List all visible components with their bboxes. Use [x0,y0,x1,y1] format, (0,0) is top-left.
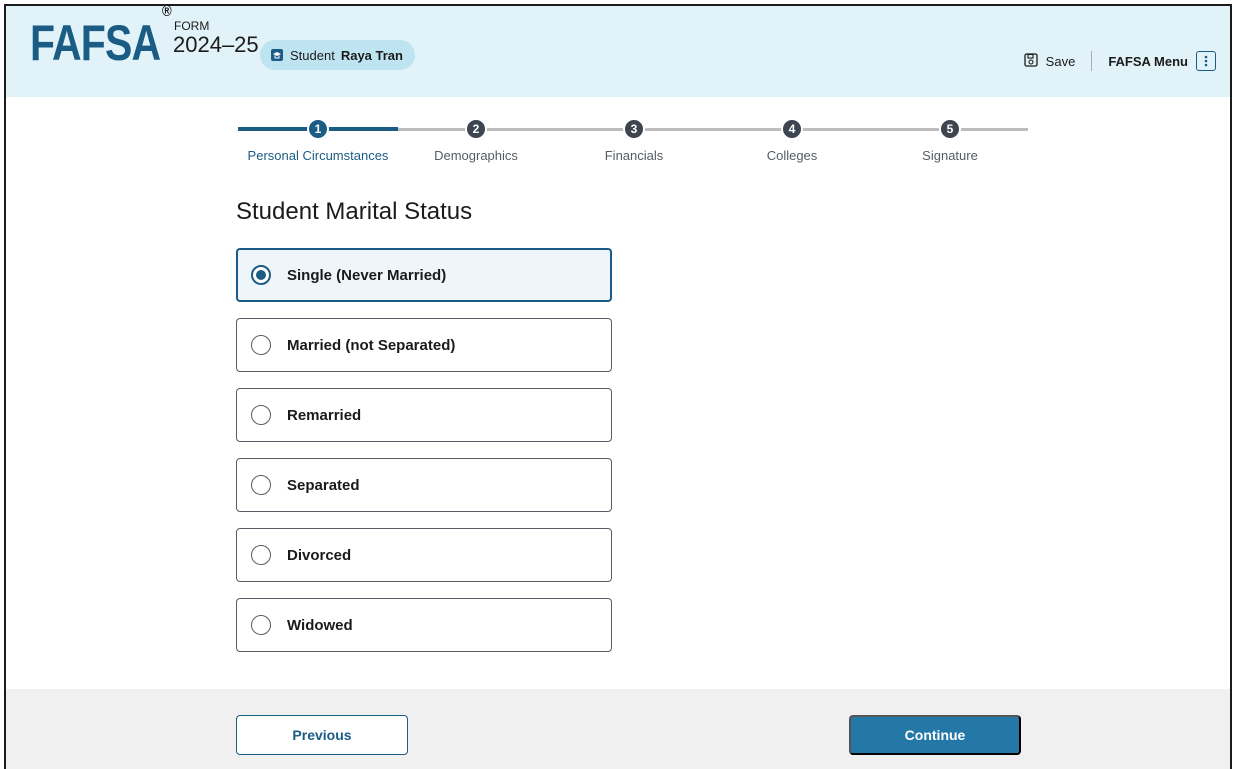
registered-mark: ® [161,4,172,21]
step-financials[interactable]: 3 Financials [554,116,714,163]
header-divider [1091,51,1093,71]
step-demographics[interactable]: 2 Demographics [396,116,556,163]
previous-button[interactable]: Previous [236,715,408,755]
student-prefix: Student [290,47,335,63]
radio-button[interactable] [251,475,271,495]
save-button[interactable]: Save [1024,52,1076,70]
option-label: Separated [287,476,360,494]
option-remarried[interactable]: Remarried [236,388,612,442]
continue-button[interactable]: Continue [849,715,1021,755]
menu-label: FAFSA Menu [1108,53,1188,69]
app-frame: FAFSA® FORM 2024–25 Student Raya Tran Sa… [4,4,1232,769]
page-footer: Previous Continue [6,689,1230,769]
option-label: Married (not Separated) [287,336,456,354]
step-personal-circumstances[interactable]: 1 Personal Circumstances [238,116,398,163]
site-header: FAFSA® FORM 2024–25 Student Raya Tran Sa… [6,6,1230,97]
fafsa-menu-button[interactable]: FAFSA Menu [1108,51,1216,71]
step-number: 3 [623,118,645,140]
graduation-cap-icon [270,48,284,62]
option-label: Single (Never Married) [287,266,447,284]
step-number: 4 [781,118,803,140]
radio-button[interactable] [251,335,271,355]
logo-text: FAFSA [30,15,161,71]
vertical-dots-icon [1196,51,1216,71]
step-colleges[interactable]: 4 Colleges [712,116,872,163]
option-label: Remarried [287,406,362,424]
option-label: Divorced [287,546,352,564]
form-year: 2024–25 [173,32,259,57]
radio-button[interactable] [251,265,271,285]
page-title: Student Marital Status [236,198,473,225]
progress-stepper: 1 Personal Circumstances 2 Demographics … [238,116,1038,176]
step-label: Colleges [766,148,818,163]
radio-button[interactable] [251,405,271,425]
marital-status-radio-group: Single (Never Married) Married (not Sepa… [236,248,612,668]
step-number: 2 [465,118,487,140]
step-signature[interactable]: 5 Signature [870,116,1030,163]
step-number: 5 [939,118,961,140]
save-label: Save [1045,53,1076,69]
step-label: Financials [604,148,664,163]
step-number: 1 [307,118,329,140]
step-label: Demographics [434,148,518,163]
student-chip: Student Raya Tran [260,40,415,70]
option-divorced[interactable]: Divorced [236,528,612,582]
radio-button[interactable] [251,545,271,565]
option-single[interactable]: Single (Never Married) [236,248,612,302]
option-married[interactable]: Married (not Separated) [236,318,612,372]
form-label: FORM [174,19,210,33]
option-widowed[interactable]: Widowed [236,598,612,652]
student-name: Raya Tran [340,47,403,63]
option-separated[interactable]: Separated [236,458,612,512]
fafsa-logo: FAFSA® [30,6,172,71]
option-label: Widowed [287,616,353,634]
step-label: Personal Circumstances [247,148,389,163]
radio-button[interactable] [251,615,271,635]
header-actions: Save FAFSA Menu [1024,51,1216,71]
step-label: Signature [922,148,978,163]
floppy-disk-icon [1024,52,1038,70]
